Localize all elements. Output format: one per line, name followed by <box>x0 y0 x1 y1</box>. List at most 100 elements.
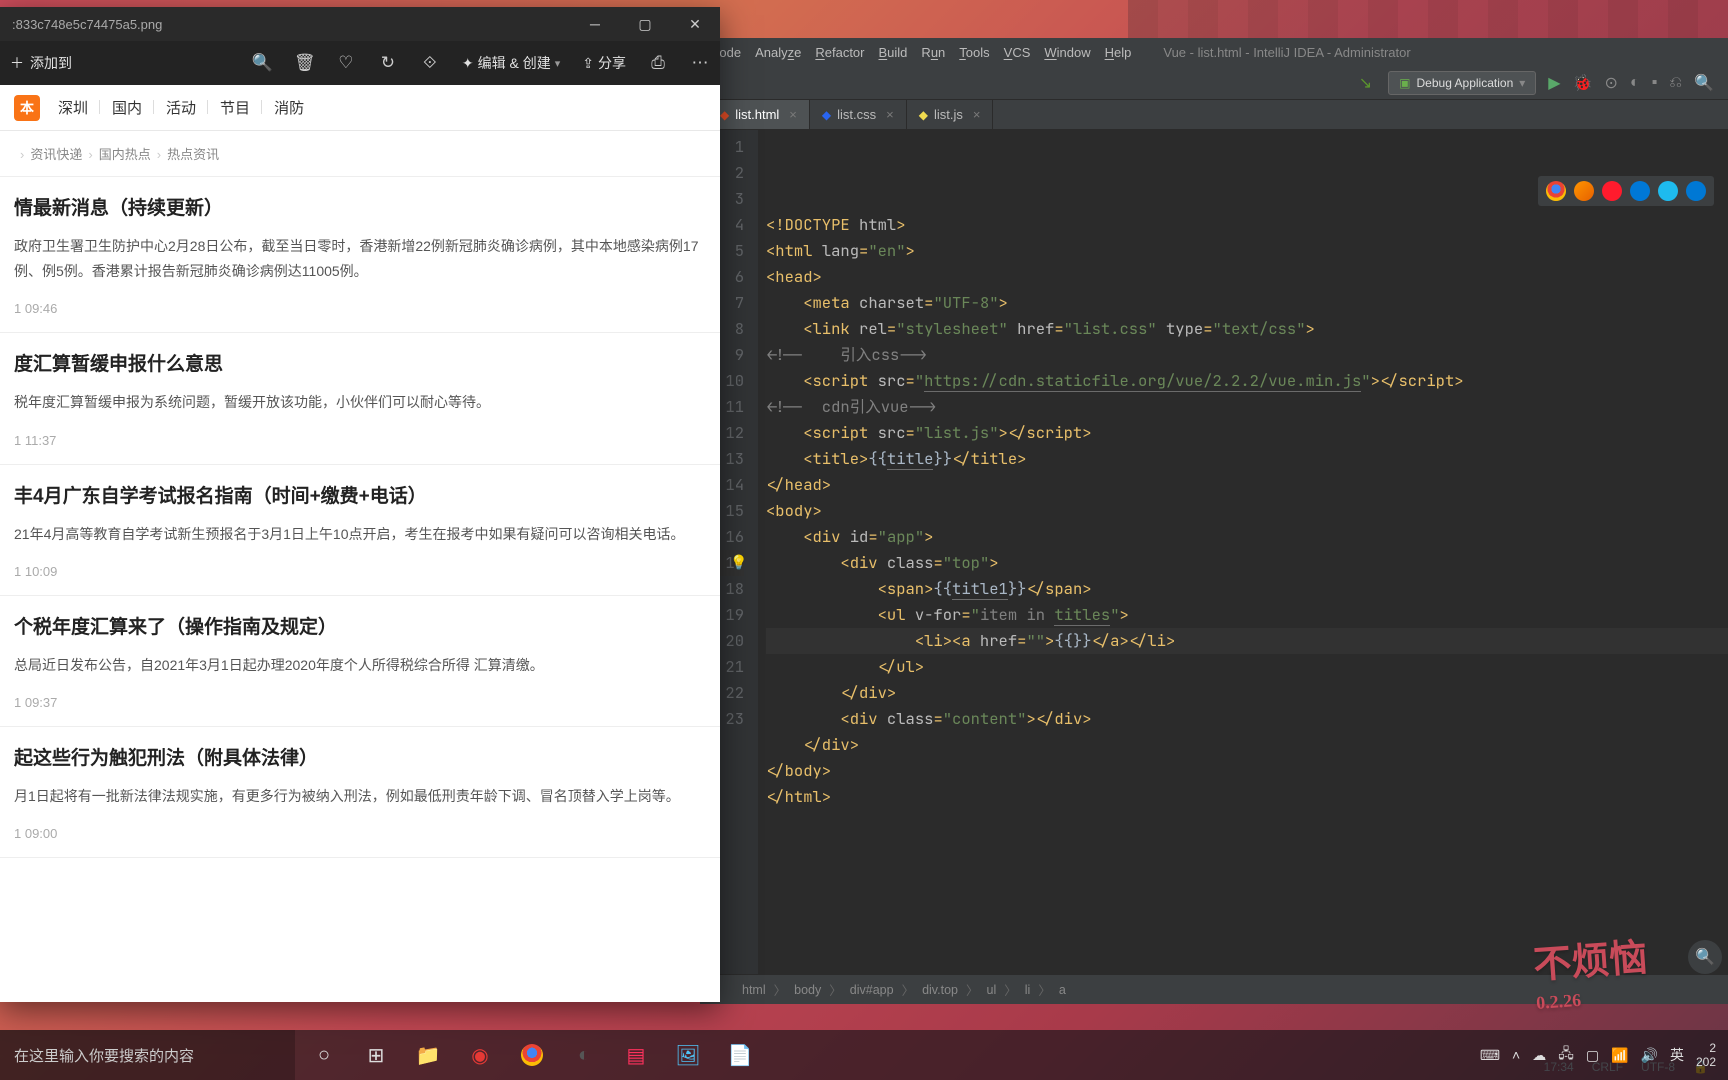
chrome-taskbar-icon[interactable] <box>507 1030 557 1080</box>
code-area[interactable]: 💡 <!DOCTYPE html><html lang="en"><head> … <box>758 130 1728 974</box>
fullscreen-icon[interactable]: ⤢ <box>686 960 704 986</box>
article-title: 情最新消息（持续更新） <box>14 193 706 220</box>
menu-tools[interactable]: Tools <box>957 45 991 60</box>
app-icon-red[interactable]: ◉ <box>455 1030 505 1080</box>
notepad-icon[interactable]: 📄 <box>715 1030 765 1080</box>
tab-list-html[interactable]: ◆list.html× <box>708 100 810 129</box>
nav-item[interactable]: 活动 <box>162 97 200 118</box>
article-item[interactable]: 起这些行为触犯刑法（附具体法律） 月1日起将有一批新法律法规实施，有更多行为被纳入… <box>0 727 720 858</box>
network-icon[interactable]: 🖧 <box>1558 1043 1574 1067</box>
onedrive-icon[interactable]: ☁ <box>1532 1047 1546 1064</box>
article-item[interactable]: 情最新消息（持续更新）政府卫生署卫生防护中心2月28日公布，截至当日零时，香港新… <box>0 177 720 333</box>
ie-icon[interactable] <box>1658 181 1678 201</box>
nav-item[interactable]: 国内 <box>108 97 146 118</box>
edge-icon[interactable] <box>1630 181 1650 201</box>
code-editor[interactable]: 1234567891011121314151617181920212223 💡 … <box>700 130 1728 974</box>
article-title: 度汇算暂缓申报什么意思 <box>14 349 706 376</box>
zoom-icon[interactable]: 🔍 <box>252 53 272 73</box>
intellij-taskbar-icon[interactable]: ▤ <box>611 1030 661 1080</box>
article-item[interactable]: 丰4月广东自学考试报名指南（时间+缴费+电话） 21年4月高等教育自学考试新生预报… <box>0 465 720 596</box>
crumb-div-app[interactable]: div#app <box>850 983 894 997</box>
article-excerpt: 月1日起将有一批新法律法规实施，有更多行为被纳入刑法，例如最低刑责年龄下调、冒名… <box>14 784 706 809</box>
cortana-icon[interactable]: ○ <box>299 1030 349 1080</box>
favorite-icon[interactable]: ♡ <box>336 53 356 73</box>
article-item[interactable]: 度汇算暂缓申报什么意思税年度汇算暂缓申报为系统问题，暂缓开放该功能，小伙伴们可以… <box>0 333 720 464</box>
debug-icon[interactable]: 🐞 <box>1573 73 1593 93</box>
tab-list-js[interactable]: ◆list.js× <box>907 100 994 129</box>
profiler-icon[interactable]: ◐ <box>1630 74 1640 92</box>
battery-icon[interactable]: ▢ <box>1586 1047 1599 1064</box>
photos-viewer-window: :833c748e5c74475a5.png ─ ▢ ✕ ＋ 添加到 🔍 🗑 ♡… <box>0 7 720 1002</box>
add-to-button[interactable]: ＋ 添加到 <box>10 53 72 73</box>
crumb-a[interactable]: a <box>1059 983 1066 997</box>
menu-vcs[interactable]: VCS <box>1002 45 1033 60</box>
build-icon[interactable]: ↘ <box>1359 73 1372 93</box>
tab-list-css[interactable]: ◆list.css× <box>810 100 907 129</box>
crumb-body[interactable]: body <box>794 983 821 997</box>
crumb-ul[interactable]: ul <box>987 983 997 997</box>
crumb-html[interactable]: html <box>742 983 766 997</box>
obs-icon[interactable]: ◐ <box>559 1030 609 1080</box>
coverage-icon[interactable]: ⊙ <box>1605 73 1618 93</box>
edit-create-label: 编辑 & 创建 <box>478 53 551 73</box>
firefox-icon[interactable] <box>1574 181 1594 201</box>
article-title: 起这些行为触犯刑法（附具体法律） <box>14 743 706 770</box>
tab-label: list.js <box>934 107 963 122</box>
site-logo[interactable]: 本 <box>14 95 40 121</box>
article-excerpt: 21年4月高等教育自学考试新生预报名于3月1日上午10点开启，考生在报考中如果有… <box>14 522 706 547</box>
crumb-div-top[interactable]: div.top <box>922 983 958 997</box>
git-icon[interactable]: ⎌ <box>1669 74 1682 92</box>
crumb-li[interactable]: li <box>1025 983 1031 997</box>
ide-toolbar: ↘ ▣ Debug Application ▾ ▶ 🐞 ⊙ ◐ ▪ ⎌ 🔍 <box>700 66 1728 100</box>
minimize-button[interactable]: ─ <box>570 7 620 41</box>
taskbar-search[interactable]: 在这里输入你要搜索的内容 <box>0 1030 295 1080</box>
crop-icon[interactable]: ⟐ <box>420 53 440 73</box>
menu-refactor[interactable]: Refactor <box>813 45 866 60</box>
rotate-icon[interactable]: ↻ <box>378 53 398 73</box>
intention-bulb-icon[interactable]: 💡 <box>730 550 747 576</box>
article-time: 1 09:37 <box>14 695 57 710</box>
run-config-selector[interactable]: ▣ Debug Application ▾ <box>1388 71 1536 95</box>
page-nav: 本 深圳国内活动节目消防 <box>0 85 720 131</box>
nav-item[interactable]: 消防 <box>270 97 308 118</box>
plus-icon: ＋ <box>10 53 24 73</box>
task-view-icon[interactable]: ⊞ <box>351 1030 401 1080</box>
menu-window[interactable]: Window <box>1042 45 1092 60</box>
menu-build[interactable]: Build <box>877 45 910 60</box>
print-icon[interactable]: ⎙ <box>648 53 668 73</box>
tray-chevron-up-icon[interactable]: ˄ <box>1512 1047 1520 1063</box>
nav-item[interactable]: 深圳 <box>54 97 92 118</box>
window-title: :833c748e5c74475a5.png <box>12 17 162 32</box>
clock[interactable]: 2 202 <box>1696 1041 1716 1070</box>
share-button[interactable]: ⇪ 分享 <box>582 53 626 73</box>
close-tab-icon[interactable]: × <box>789 107 797 122</box>
article-title: 丰4月广东自学考试报名指南（时间+缴费+电话） <box>14 481 706 508</box>
ime-icon[interactable]: ⌨ <box>1480 1047 1500 1064</box>
stop-icon[interactable]: ▪ <box>1652 74 1658 92</box>
delete-icon[interactable]: 🗑 <box>294 53 314 73</box>
search-icon[interactable]: 🔍 <box>1694 73 1714 93</box>
close-button[interactable]: ✕ <box>670 7 720 41</box>
wifi-icon[interactable]: 📶 <box>1611 1047 1628 1064</box>
close-tab-icon[interactable]: × <box>973 107 981 122</box>
ime-lang[interactable]: 英 <box>1670 1045 1684 1065</box>
run-icon[interactable]: ▶ <box>1548 73 1560 93</box>
maximize-button[interactable]: ▢ <box>620 7 670 41</box>
menu-run[interactable]: Run <box>919 45 947 60</box>
edge-legacy-icon[interactable] <box>1686 181 1706 201</box>
chrome-icon[interactable] <box>1546 181 1566 201</box>
image-surface: 本 深圳国内活动节目消防 ›资讯快递›国内热点›热点资讯 情最新消息（持续更新）… <box>0 85 720 1002</box>
edit-create-button[interactable]: ✦ 编辑 & 创建 ▾ <box>462 53 560 73</box>
opera-icon[interactable] <box>1602 181 1622 201</box>
article-item[interactable]: 个税年度汇算来了（操作指南及规定）总局近日发布公告，自2021年3月1日起办理2… <box>0 596 720 727</box>
debug-icon: ▣ <box>1399 76 1410 90</box>
nav-item[interactable]: 节目 <box>216 97 254 118</box>
menu-analyze[interactable]: Analyze <box>753 45 803 60</box>
photos-taskbar-icon[interactable]: 🖼 <box>663 1030 713 1080</box>
search-everywhere-icon[interactable]: 🔍 <box>1688 940 1722 974</box>
volume-icon[interactable]: 🔊 <box>1641 1047 1658 1064</box>
more-icon[interactable]: ⋯ <box>690 53 710 73</box>
close-tab-icon[interactable]: × <box>886 107 894 122</box>
file-explorer-icon[interactable]: 📁 <box>403 1030 453 1080</box>
menu-help[interactable]: Help <box>1103 45 1134 60</box>
